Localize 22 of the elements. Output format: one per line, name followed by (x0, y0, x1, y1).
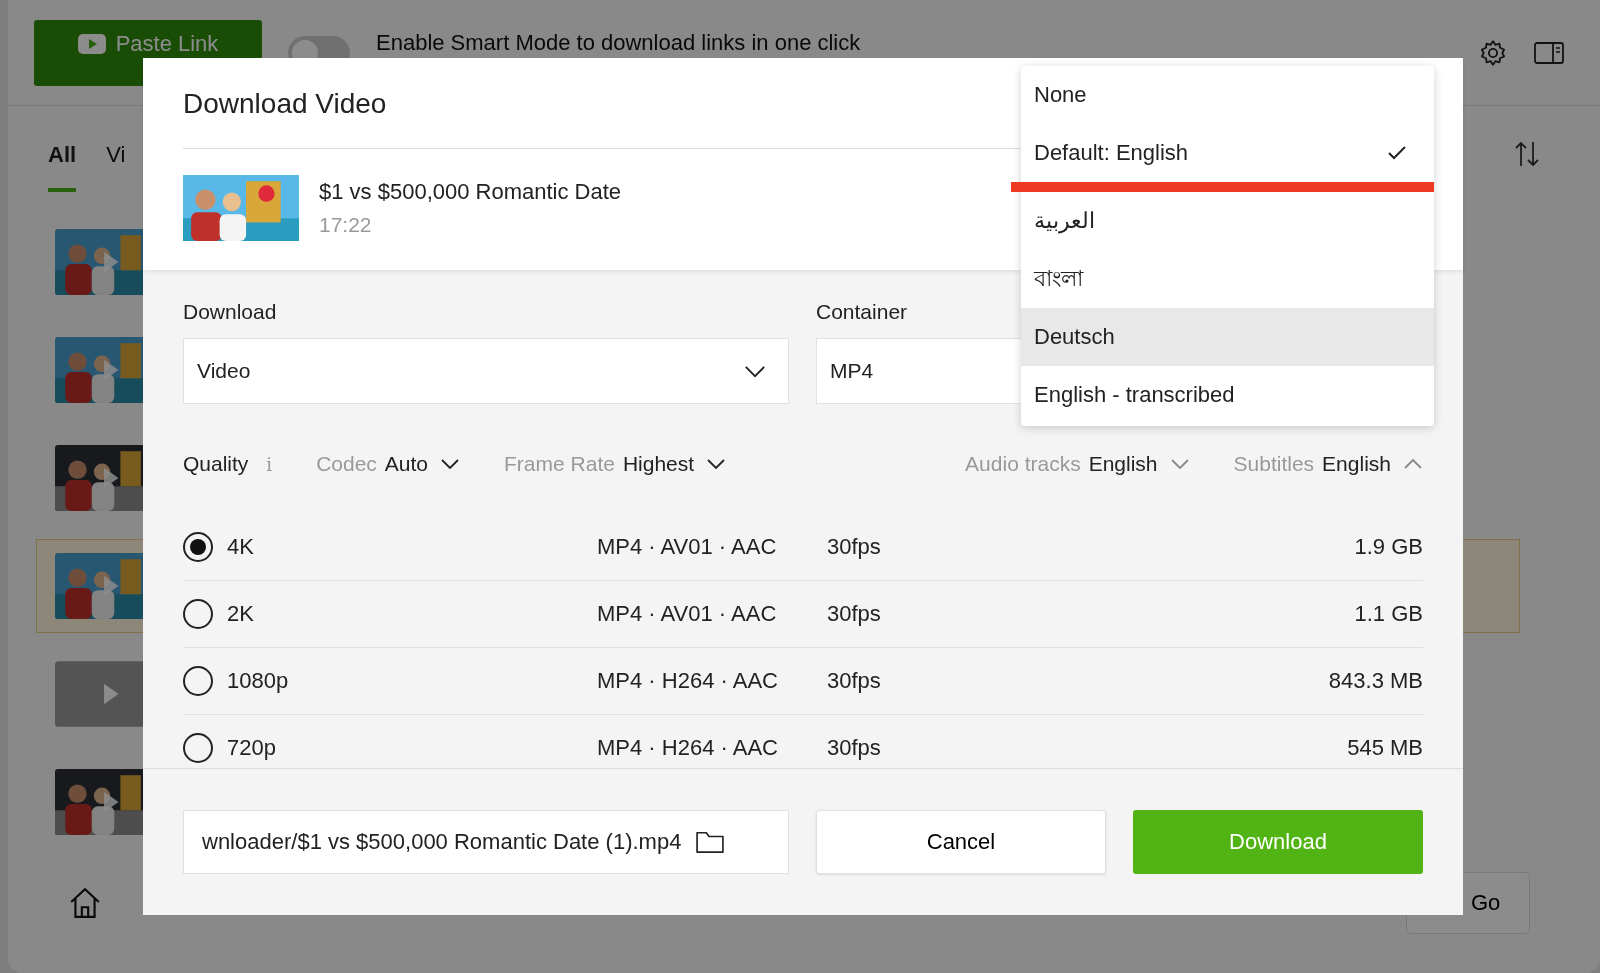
quality-label: Quality (183, 452, 249, 476)
size-text: 1.9 GB (1353, 534, 1423, 560)
fps-text: 30fps (827, 601, 882, 627)
quality-text: 4K (227, 534, 255, 560)
quality-text: 1080p (227, 668, 290, 694)
quality-text: 720p (227, 735, 277, 761)
size-text: 843.3 MB (1327, 668, 1423, 694)
fps-text: 30fps (827, 735, 882, 761)
codec-text: MP4 · H264 · AAC (597, 668, 779, 694)
fps-text: 30fps (827, 534, 882, 560)
size-text: 1.1 GB (1353, 601, 1423, 627)
codec-text: MP4 · AV01 · AAC (597, 534, 778, 560)
field-label: Container (816, 300, 909, 324)
smart-mode-label: Enable Smart Mode to download links in one click (376, 29, 861, 56)
codec-text: MP4 · AV01 · AAC (597, 601, 778, 627)
quality-text: 2K (227, 601, 255, 627)
video-title: $1 vs $500,000 Romantic Date (319, 179, 622, 205)
size-text: 545 MB (1346, 735, 1423, 761)
fps-text: 30fps (827, 668, 882, 694)
field-label: Download (183, 300, 278, 324)
video-duration: 17:22 (319, 213, 373, 237)
codec-text: MP4 · H264 · AAC (597, 735, 779, 761)
